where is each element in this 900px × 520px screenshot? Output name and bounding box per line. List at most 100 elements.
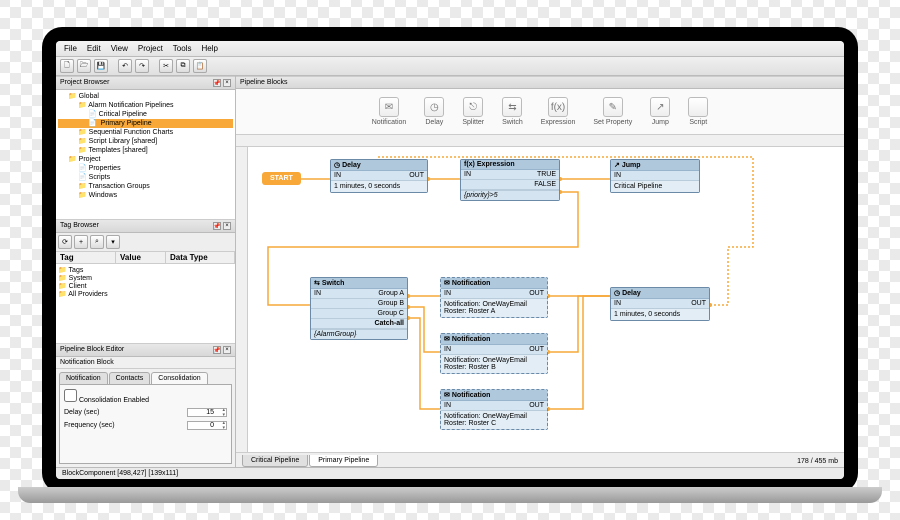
palette-script[interactable]: Script: [688, 97, 708, 126]
refresh-icon[interactable]: ⟳: [58, 235, 72, 249]
expression-block[interactable]: f(x)Expression INTRUE FALSE {priority}>5: [460, 159, 560, 201]
redo-icon[interactable]: ↷: [135, 59, 149, 73]
tab-consolidation[interactable]: Consolidation: [151, 372, 207, 384]
notification-block-a[interactable]: ✉Notification INOUT Notification: OneWay…: [440, 277, 548, 318]
open-icon[interactable]: 🗁: [77, 59, 91, 73]
port-out[interactable]: OUT: [529, 346, 544, 353]
port-false[interactable]: FALSE: [534, 181, 556, 188]
filter-icon[interactable]: ⌕: [90, 235, 104, 249]
tag-folder[interactable]: All Providers: [58, 290, 233, 298]
jump-icon: ↗: [650, 97, 670, 117]
port-in[interactable]: IN: [614, 300, 621, 307]
new-icon[interactable]: 🗋: [60, 59, 74, 73]
port-c[interactable]: Group C: [378, 310, 404, 317]
palette-expression[interactable]: f(x)Expression: [541, 97, 576, 126]
port-a[interactable]: Group A: [378, 290, 404, 297]
menu-edit[interactable]: Edit: [83, 43, 105, 54]
checkbox-input[interactable]: [64, 389, 77, 402]
notification-block-b[interactable]: ✉Notification INOUT Notification: OneWay…: [440, 333, 548, 374]
port-in[interactable]: IN: [444, 290, 451, 297]
tree-node[interactable]: Global: [58, 92, 233, 101]
port-in[interactable]: IN: [444, 346, 451, 353]
tree-node[interactable]: Script Library [shared]: [58, 137, 233, 146]
port-catchall[interactable]: Catch-all: [374, 320, 404, 327]
tag-folder[interactable]: Client: [58, 282, 233, 290]
palette-jump[interactable]: ↗Jump: [650, 97, 670, 126]
port-out[interactable]: OUT: [691, 300, 706, 307]
tree-node[interactable]: Properties: [58, 164, 233, 173]
delay-block-1[interactable]: ◷Delay INOUT 1 minutes, 0 seconds: [330, 159, 428, 193]
tag-folder[interactable]: Tags: [58, 266, 233, 274]
switch-block[interactable]: ⇆Switch INGroup A Group B Group C Catch-…: [310, 277, 408, 340]
port-in[interactable]: IN: [444, 402, 451, 409]
port-out[interactable]: OUT: [409, 172, 424, 179]
start-block[interactable]: START: [262, 172, 301, 185]
palette-label: Switch: [502, 119, 523, 126]
tag-browser-title: Tag Browser 📌 ×: [56, 219, 235, 233]
paste-icon[interactable]: 📋: [193, 59, 207, 73]
tree-node[interactable]: Alarm Notification Pipelines: [58, 101, 233, 110]
tab-notification[interactable]: Notification: [59, 372, 108, 384]
menu-project[interactable]: Project: [134, 43, 167, 54]
menu-help[interactable]: Help: [197, 43, 221, 54]
pipeline-canvas[interactable]: START ◷Delay INOUT 1 minutes, 0 seconds …: [248, 147, 844, 452]
pin-icon[interactable]: 📌: [213, 222, 221, 230]
tag-folder[interactable]: System: [58, 274, 233, 282]
notification-block-c[interactable]: ✉Notification INOUT Notification: OneWay…: [440, 389, 548, 430]
add-icon[interactable]: +: [74, 235, 88, 249]
tree-node[interactable]: Transaction Groups: [58, 182, 233, 191]
palette-splitter[interactable]: ⎋Splitter: [462, 97, 484, 126]
tree-node[interactable]: Primary Pipeline: [58, 119, 233, 128]
menu-tools[interactable]: Tools: [169, 43, 196, 54]
close-icon[interactable]: ×: [223, 346, 231, 354]
tree-node[interactable]: Sequential Function Charts: [58, 128, 233, 137]
pin-icon[interactable]: 📌: [213, 79, 221, 87]
tab-contacts[interactable]: Contacts: [109, 372, 151, 384]
project-browser-tree[interactable]: GlobalAlarm Notification PipelinesCritic…: [56, 90, 235, 219]
close-icon[interactable]: ×: [223, 79, 231, 87]
port-in[interactable]: IN: [334, 172, 341, 179]
port-in[interactable]: IN: [314, 290, 321, 297]
tree-node[interactable]: Critical Pipeline: [58, 110, 233, 119]
col-value[interactable]: Value: [116, 252, 166, 263]
panel-label: Project Browser: [60, 79, 109, 87]
undo-icon[interactable]: ↶: [118, 59, 132, 73]
close-icon[interactable]: ×: [223, 222, 231, 230]
frequency-spinner[interactable]: 0: [187, 421, 227, 430]
palette-delay[interactable]: ◷Delay: [424, 97, 444, 126]
col-tag[interactable]: Tag: [56, 252, 116, 263]
canvas-scroll[interactable]: START ◷Delay INOUT 1 minutes, 0 seconds …: [236, 135, 844, 452]
tree-node[interactable]: Templates [shared]: [58, 146, 233, 155]
tab-critical[interactable]: Critical Pipeline: [242, 455, 308, 467]
tab-primary[interactable]: Primary Pipeline: [309, 455, 378, 467]
delay-block-2[interactable]: ◷Delay INOUT 1 minutes, 0 seconds: [610, 287, 710, 321]
block-body: 1 minutes, 0 seconds: [331, 181, 427, 192]
port-b[interactable]: Group B: [378, 300, 404, 307]
tree-node[interactable]: Scripts: [58, 173, 233, 182]
port-out[interactable]: OUT: [529, 402, 544, 409]
consolidation-checkbox[interactable]: Consolidation Enabled: [64, 397, 149, 404]
port-in[interactable]: IN: [464, 171, 471, 178]
cut-icon[interactable]: ✂: [159, 59, 173, 73]
col-datatype[interactable]: Data Type: [166, 252, 235, 263]
port-in[interactable]: IN: [614, 172, 621, 179]
palette-set-property[interactable]: ✎Set Property: [593, 97, 632, 126]
tag-tree[interactable]: TagsSystemClientAll Providers: [56, 264, 235, 343]
menu-view[interactable]: View: [107, 43, 132, 54]
port-out[interactable]: OUT: [529, 290, 544, 297]
pin-icon[interactable]: 📌: [213, 346, 221, 354]
menu-file[interactable]: File: [60, 43, 81, 54]
palette-notification[interactable]: ✉Notification: [372, 97, 407, 126]
laptop-base: [18, 487, 882, 503]
palette-switch[interactable]: ⇆ Switch: [502, 97, 523, 126]
collapse-icon[interactable]: ▾: [106, 235, 120, 249]
frequency-label: Frequency (sec): [64, 422, 115, 429]
port-true[interactable]: TRUE: [537, 171, 556, 178]
jump-block[interactable]: ↗Jump IN Critical Pipeline: [610, 159, 700, 193]
copy-icon[interactable]: ⧉: [176, 59, 190, 73]
switch-icon: ⇆: [502, 97, 522, 117]
save-icon[interactable]: 💾: [94, 59, 108, 73]
tree-node[interactable]: Project: [58, 155, 233, 164]
tree-node[interactable]: Windows: [58, 191, 233, 200]
delay-spinner[interactable]: 15: [187, 408, 227, 417]
